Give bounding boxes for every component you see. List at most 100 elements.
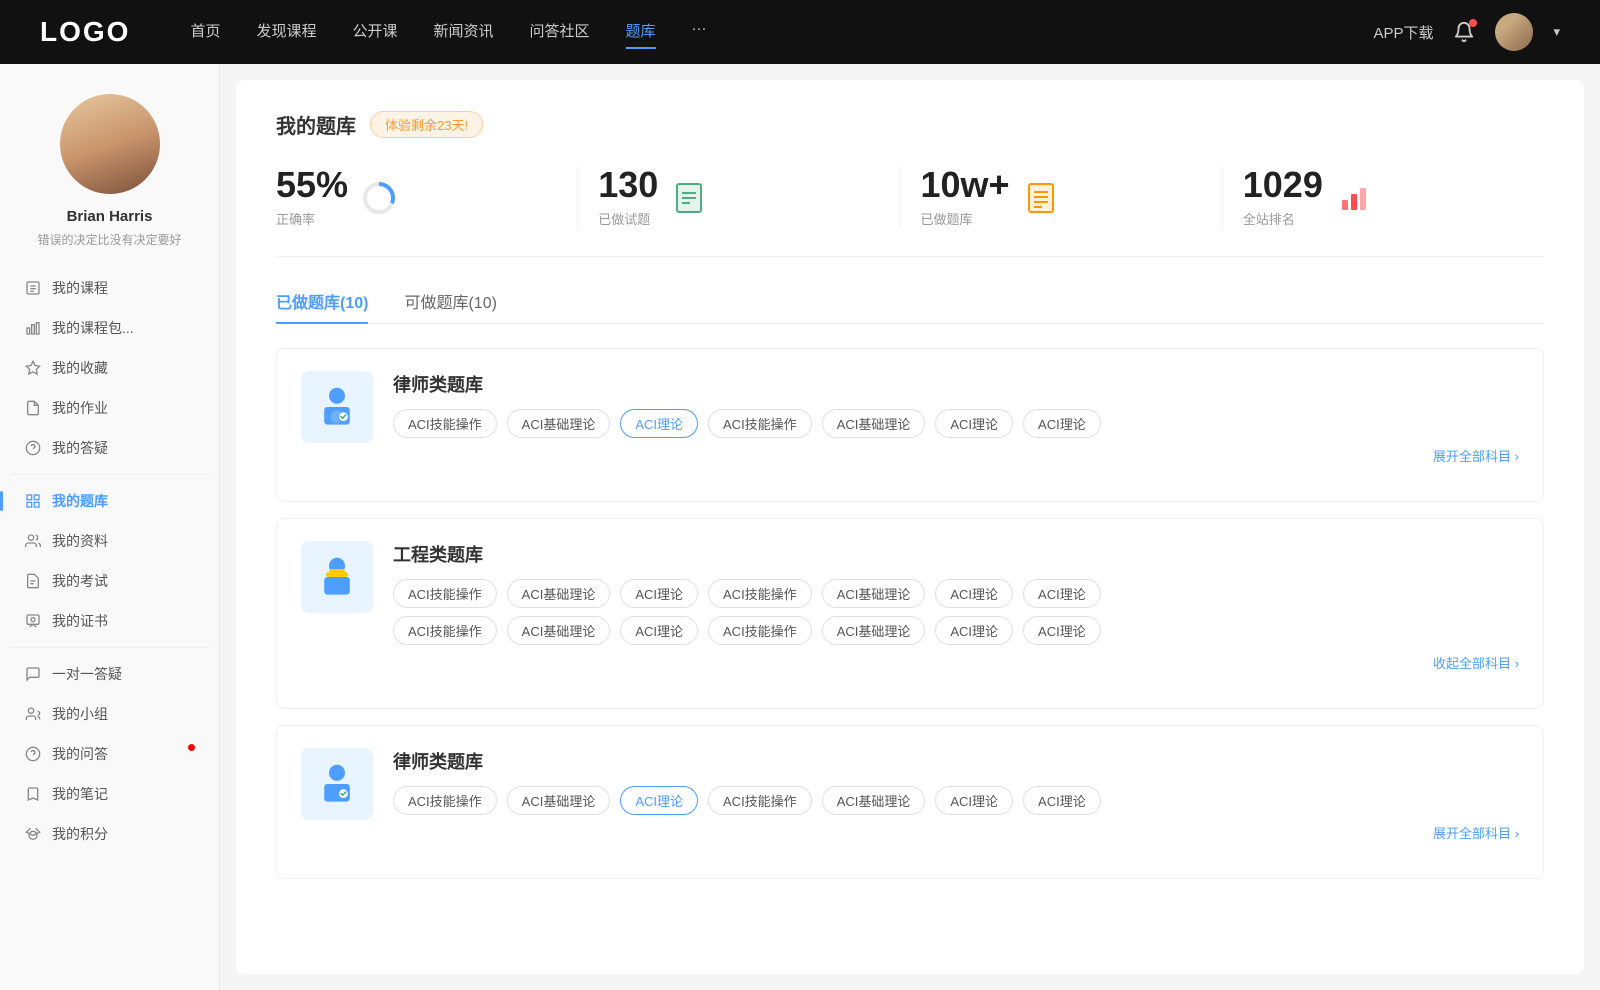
tag-1-1[interactable]: ACI基础理论 bbox=[507, 409, 611, 438]
sidebar-item-mydata[interactable]: 我的资料 bbox=[10, 521, 209, 561]
tag-2-3[interactable]: ACI技能操作 bbox=[708, 579, 812, 608]
tag-3-6[interactable]: ACI理论 bbox=[1023, 786, 1101, 815]
star-icon bbox=[24, 359, 42, 377]
stat-done-banks-value: 10w+ bbox=[921, 167, 1010, 203]
main-content: 我的题库 体验剩余23天! 55% 正确率 130 bbox=[236, 80, 1584, 974]
tab-available-banks[interactable]: 可做题库(10) bbox=[404, 289, 496, 323]
medal-icon bbox=[24, 825, 42, 843]
nav-discover[interactable]: 发现课程 bbox=[256, 20, 316, 45]
sidebar: Brian Harris 错误的决定比没有决定要好 我的课程 我的课程包... … bbox=[0, 64, 220, 990]
tag-2b-0[interactable]: ACI技能操作 bbox=[393, 616, 497, 645]
sidebar-label-mygroup: 我的小组 bbox=[52, 704, 108, 724]
qbank-title-1: 律师类题库 bbox=[393, 371, 1519, 397]
sidebar-label-onetoone: 一对一答疑 bbox=[52, 664, 122, 684]
stat-ranking-label: 全站排名 bbox=[1243, 209, 1323, 228]
expand-link-1[interactable]: 展开全部科目 › bbox=[393, 446, 1519, 465]
nav-home[interactable]: 首页 bbox=[190, 20, 220, 45]
navbar: LOGO 首页 发现课程 公开课 新闻资讯 问答社区 题库 ··· APP下载 … bbox=[0, 0, 1600, 64]
tag-2-0[interactable]: ACI技能操作 bbox=[393, 579, 497, 608]
tag-3-2[interactable]: ACI理论 bbox=[620, 786, 698, 815]
stat-done-banks-label: 已做题库 bbox=[921, 209, 1010, 228]
sidebar-item-mygroup[interactable]: 我的小组 bbox=[10, 694, 209, 734]
sidebar-item-myqa[interactable]: 我的问答 bbox=[10, 734, 209, 774]
nav-opencourse[interactable]: 公开课 bbox=[352, 20, 397, 45]
qbank-card-engineer: 工程类题库 ACI技能操作 ACI基础理论 ACI理论 ACI技能操作 ACI基… bbox=[276, 518, 1544, 709]
tag-2b-4[interactable]: ACI基础理论 bbox=[822, 616, 926, 645]
tag-3-3[interactable]: ACI技能操作 bbox=[708, 786, 812, 815]
sidebar-item-mypoints[interactable]: 我的积分 bbox=[10, 814, 209, 854]
sidebar-label-mypoints: 我的积分 bbox=[52, 824, 108, 844]
stats-row: 55% 正确率 130 已做试题 bbox=[276, 167, 1544, 257]
sidebar-menu: 我的课程 我的课程包... 我的收藏 我的作业 bbox=[0, 268, 219, 854]
tag-2-5[interactable]: ACI理论 bbox=[935, 579, 1013, 608]
qbank-card-lawyer-2: 律师类题库 ACI技能操作 ACI基础理论 ACI理论 ACI技能操作 ACI基… bbox=[276, 725, 1544, 879]
expand-link-3[interactable]: 展开全部科目 › bbox=[393, 823, 1519, 842]
tag-3-0[interactable]: ACI技能操作 bbox=[393, 786, 497, 815]
tags-row-3: ACI技能操作 ACI基础理论 ACI理论 ACI技能操作 ACI基础理论 AC… bbox=[393, 786, 1519, 815]
tag-1-5[interactable]: ACI理论 bbox=[935, 409, 1013, 438]
tag-2b-1[interactable]: ACI基础理论 bbox=[507, 616, 611, 645]
nav-qa[interactable]: 问答社区 bbox=[530, 20, 590, 45]
sidebar-label-myhomework: 我的作业 bbox=[52, 398, 108, 418]
tab-done-banks[interactable]: 已做题库(10) bbox=[276, 289, 368, 323]
sidebar-label-mypackage: 我的课程包... bbox=[52, 318, 134, 338]
user-avatar[interactable] bbox=[1495, 13, 1533, 51]
sidebar-item-myhomework[interactable]: 我的作业 bbox=[10, 388, 209, 428]
notification-bell-icon[interactable] bbox=[1453, 21, 1475, 43]
sidebar-item-mycert[interactable]: 我的证书 bbox=[10, 601, 209, 641]
sidebar-label-myqa: 我的问答 bbox=[52, 744, 108, 764]
tag-3-5[interactable]: ACI理论 bbox=[935, 786, 1013, 815]
group-icon bbox=[24, 705, 42, 723]
tag-1-2[interactable]: ACI理论 bbox=[620, 409, 698, 438]
stat-done-questions-value: 130 bbox=[598, 167, 658, 203]
nav-more[interactable]: ··· bbox=[692, 20, 707, 45]
sidebar-label-myquestion: 我的答疑 bbox=[52, 438, 108, 458]
qbank-title-2: 工程类题库 bbox=[393, 541, 1519, 567]
doc-list-icon bbox=[670, 179, 708, 217]
tag-2-6[interactable]: ACI理论 bbox=[1023, 579, 1101, 608]
sidebar-item-myexam[interactable]: 我的考试 bbox=[10, 561, 209, 601]
tag-2-4[interactable]: ACI基础理论 bbox=[822, 579, 926, 608]
sidebar-item-mynotes[interactable]: 我的笔记 bbox=[10, 774, 209, 814]
tag-3-4[interactable]: ACI基础理论 bbox=[822, 786, 926, 815]
nav-news[interactable]: 新闻资讯 bbox=[434, 20, 494, 45]
exam-doc-icon bbox=[24, 572, 42, 590]
stat-accuracy-label: 正确率 bbox=[276, 209, 348, 228]
tags-row-2a: ACI技能操作 ACI基础理论 ACI理论 ACI技能操作 ACI基础理论 AC… bbox=[393, 579, 1519, 608]
lawyer-icon-2 bbox=[301, 748, 373, 820]
sidebar-label-mynotes: 我的笔记 bbox=[52, 784, 108, 804]
sidebar-item-mypackage[interactable]: 我的课程包... bbox=[10, 308, 209, 348]
qbank-title-3: 律师类题库 bbox=[393, 748, 1519, 774]
sidebar-label-mydata: 我的资料 bbox=[52, 531, 108, 551]
sidebar-item-onetoone[interactable]: 一对一答疑 bbox=[10, 654, 209, 694]
question-circle-icon bbox=[24, 439, 42, 457]
tag-3-1[interactable]: ACI基础理论 bbox=[507, 786, 611, 815]
tag-1-6[interactable]: ACI理论 bbox=[1023, 409, 1101, 438]
sidebar-item-mycourse[interactable]: 我的课程 bbox=[10, 268, 209, 308]
app-download-link[interactable]: APP下载 bbox=[1373, 22, 1433, 43]
tag-2-1[interactable]: ACI基础理论 bbox=[507, 579, 611, 608]
note-icon bbox=[24, 785, 42, 803]
qbank-card-header-1: 律师类题库 ACI技能操作 ACI基础理论 ACI理论 ACI技能操作 ACI基… bbox=[301, 371, 1519, 465]
stat-done-banks: 10w+ 已做题库 bbox=[901, 167, 1223, 228]
sidebar-item-myfavorites[interactable]: 我的收藏 bbox=[10, 348, 209, 388]
bar-chart-icon bbox=[1335, 179, 1373, 217]
nav-question-bank[interactable]: 题库 bbox=[626, 20, 656, 45]
tag-2b-3[interactable]: ACI技能操作 bbox=[708, 616, 812, 645]
tag-1-0[interactable]: ACI技能操作 bbox=[393, 409, 497, 438]
collapse-link-2[interactable]: 收起全部科目 › bbox=[393, 653, 1519, 672]
tag-1-4[interactable]: ACI基础理论 bbox=[822, 409, 926, 438]
tag-1-3[interactable]: ACI技能操作 bbox=[708, 409, 812, 438]
tag-2b-5[interactable]: ACI理论 bbox=[935, 616, 1013, 645]
tag-2b-6[interactable]: ACI理论 bbox=[1023, 616, 1101, 645]
tags-row-1: ACI技能操作 ACI基础理论 ACI理论 ACI技能操作 ACI基础理论 AC… bbox=[393, 409, 1519, 438]
logo[interactable]: LOGO bbox=[40, 16, 130, 48]
file-icon bbox=[24, 279, 42, 297]
sidebar-item-myquestion[interactable]: 我的答疑 bbox=[10, 428, 209, 468]
stat-done-questions-label: 已做试题 bbox=[598, 209, 658, 228]
tag-2-2[interactable]: ACI理论 bbox=[620, 579, 698, 608]
tag-2b-2[interactable]: ACI理论 bbox=[620, 616, 698, 645]
user-dropdown-chevron[interactable]: ▾ bbox=[1553, 24, 1560, 40]
certificate-icon bbox=[24, 612, 42, 630]
sidebar-item-myqbank[interactable]: 我的题库 bbox=[10, 481, 209, 521]
